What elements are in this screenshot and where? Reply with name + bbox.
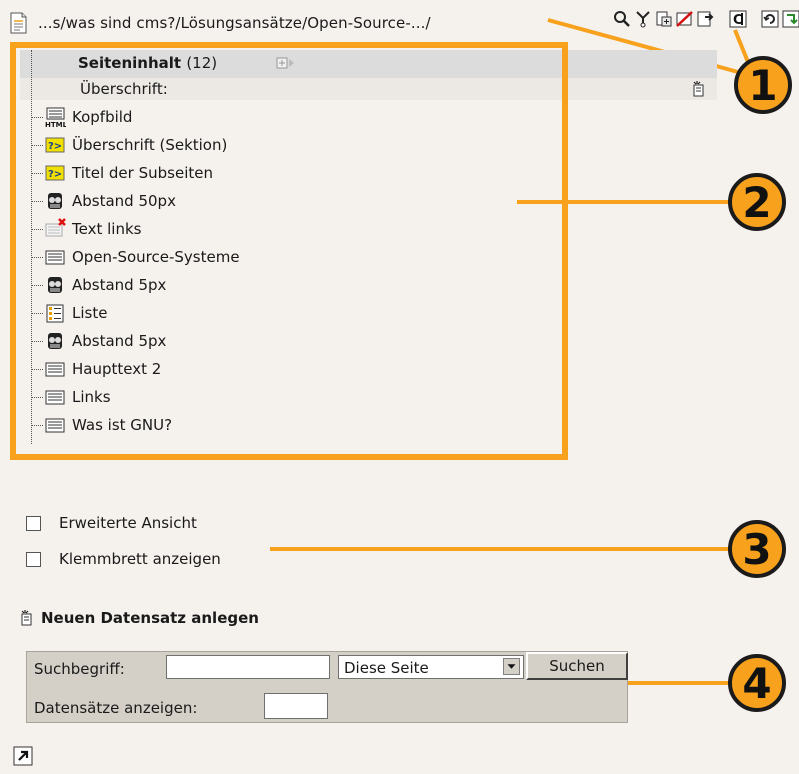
new-record-label: Neuen Datensatz anlegen [41, 609, 259, 627]
show-clipboard-option[interactable]: Klemmbrett anzeigen [26, 550, 221, 568]
search-input[interactable] [166, 655, 330, 679]
new-record-link[interactable]: Neuen Datensatz anlegen [19, 609, 259, 627]
records-count-input[interactable] [264, 693, 328, 719]
search-label: Suchbegriff: [34, 660, 125, 678]
show-clipboard-checkbox[interactable] [26, 551, 41, 567]
extended-view-option[interactable]: Erweiterte Ansicht [26, 514, 197, 532]
callout-badge-4: 4 [728, 654, 786, 712]
open-in-new-window-icon[interactable] [13, 746, 33, 766]
new-record-icon [21, 610, 32, 626]
callout-badge-3: 3 [728, 520, 786, 578]
chevron-down-icon[interactable] [503, 658, 520, 675]
records-count-label: Datensätze anzeigen: [34, 699, 198, 717]
search-button[interactable]: Suchen [526, 652, 628, 680]
search-scope-value: Diese Seite [344, 659, 429, 677]
extended-view-label: Erweiterte Ansicht [59, 514, 197, 532]
callout-badge-1: 1 [734, 56, 792, 114]
new-record-icon[interactable] [691, 80, 709, 98]
show-clipboard-label: Klemmbrett anzeigen [59, 550, 221, 568]
highlight-frame-tree [10, 42, 568, 460]
callout-badge-2: 2 [728, 173, 786, 231]
extended-view-checkbox[interactable] [26, 515, 41, 531]
